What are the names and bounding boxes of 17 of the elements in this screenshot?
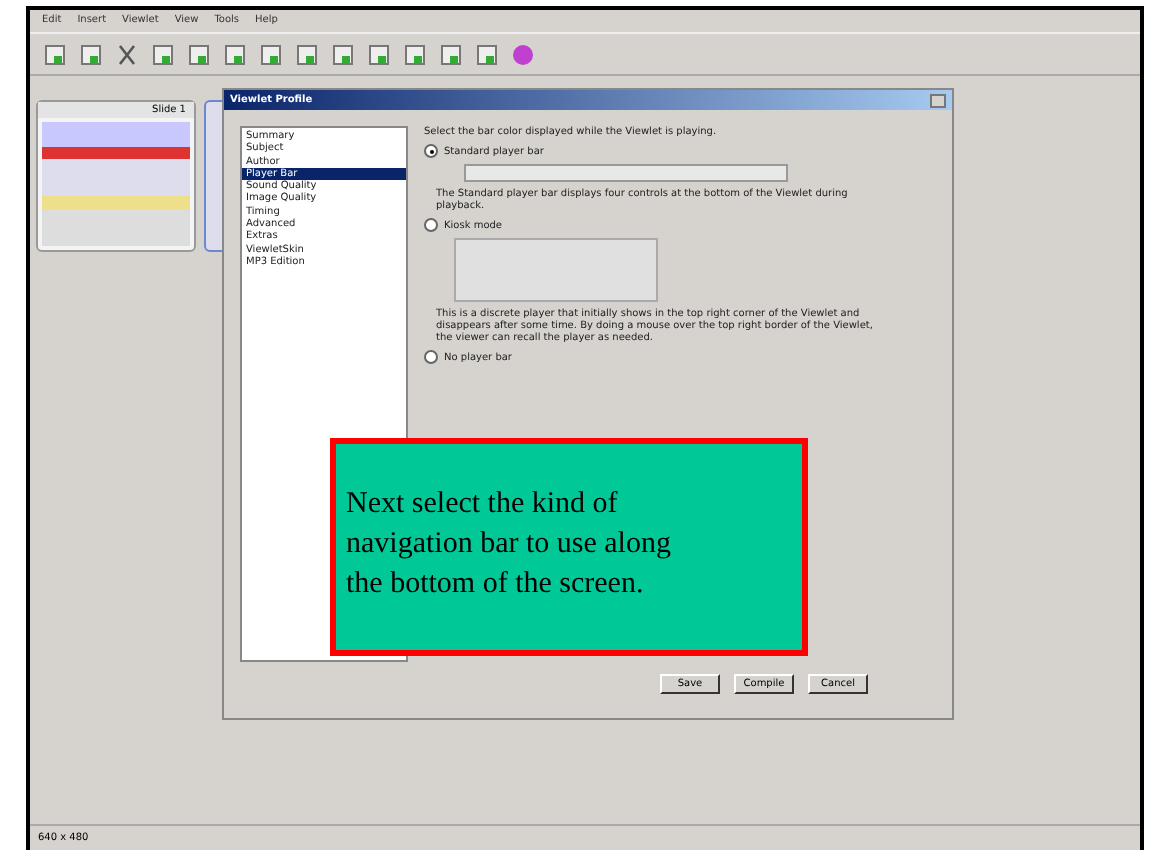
- document-icon[interactable]: [150, 41, 176, 67]
- document-icon[interactable]: [366, 41, 392, 67]
- document-icon[interactable]: [258, 41, 284, 67]
- callout-box: Next select the kind of navigation bar to use along the bottom of the screen.: [330, 438, 808, 656]
- circle-icon[interactable]: [510, 41, 536, 67]
- radio-button[interactable]: [424, 350, 438, 364]
- radio-button[interactable]: [424, 218, 438, 232]
- document-icon[interactable]: [474, 41, 500, 67]
- radio-button[interactable]: [424, 144, 438, 158]
- document-icon[interactable]: [78, 41, 104, 67]
- document-icon[interactable]: [330, 41, 356, 67]
- close-button[interactable]: [930, 93, 946, 107]
- document-icon[interactable]: [222, 41, 248, 67]
- document-icon[interactable]: [294, 41, 320, 67]
- document-icon[interactable]: [186, 41, 212, 67]
- document-icon[interactable]: [438, 41, 464, 67]
- slide-thumbnail[interactable]: [42, 122, 190, 246]
